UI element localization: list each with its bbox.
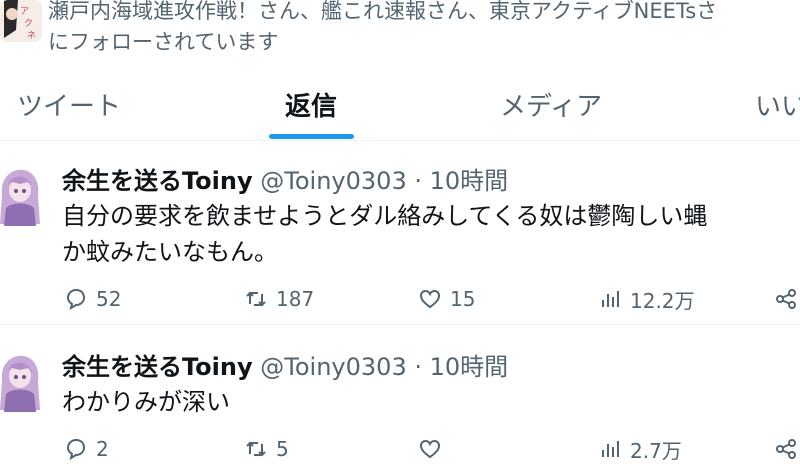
tab-likes[interactable]: いいね [755,86,800,123]
svg-text:ア: ア [20,6,29,16]
separator-dot: · [414,167,422,195]
reply-button[interactable]: 2 [64,434,109,464]
svg-text:ク: ク [24,18,33,28]
retweet-icon [246,441,266,457]
reply-icon [66,288,86,311]
retweet-icon [246,291,266,307]
tweet-actions: 2 5 2.7万 [62,434,800,464]
tweet-text: 自分の要求を飲ませようとダル絡みしてくる奴は鬱陶しい蝿 か蚊みたいなもん。 [62,198,707,270]
heart-icon [419,289,441,309]
view-count: 12.2万 [630,288,695,313]
active-tab-indicator [269,134,354,139]
profile-tabs: ツイート 返信 メディア いいね [0,72,800,141]
followed-by-banner[interactable]: ア ク ネ 瀬戸内海域進攻作戦！さん、艦これ速報さん、東京アクティブNEETsさ… [0,0,800,62]
followed-by-text: 瀬戸内海域進攻作戦！さん、艦これ速報さん、東京アクティブNEETsさ にフォロー… [48,0,800,58]
views-icon [602,441,619,457]
retweet-count: 5 [276,437,289,461]
retweet-count: 187 [276,287,315,311]
like-count: 15 [450,287,476,311]
views-button[interactable]: 2.7万 [598,434,682,464]
view-count: 2.7万 [630,438,682,463]
follower-avatars: ア ク ネ [0,0,42,42]
share-icon [776,439,796,459]
svg-text:ネ: ネ [27,30,36,40]
retweet-button[interactable]: 5 [244,434,289,464]
tweet-header: 余生を送るToiny @Toiny0303 · 10時間 [62,352,508,382]
reply-count: 52 [96,287,122,311]
tweet-text-line2: か蚊みたいなもん。 [62,238,278,266]
avatar[interactable] [0,164,40,226]
share-icon [776,289,796,309]
tab-replies[interactable]: 返信 [285,86,337,123]
like-button[interactable]: 15 [418,284,475,314]
timestamp[interactable]: 10時間 [430,353,509,381]
display-name[interactable]: 余生を送るToiny [62,167,253,195]
handle[interactable]: @Toiny0303 [260,353,406,381]
tweet-text-line1: わかりみが深い [62,388,230,416]
followed-by-text-line2: にフォローされています [48,30,279,54]
views-button[interactable]: 12.2万 [598,284,695,314]
tweet[interactable]: 余生を送るToiny @Toiny0303 · 10時間 わかりみが深い 2 5… [0,336,800,463]
tweet-divider [0,324,800,325]
avatar[interactable] [0,350,40,412]
reply-count: 2 [96,437,109,461]
share-button[interactable] [774,434,798,464]
followed-by-text-line1: 瀬戸内海域進攻作戦！さん、艦これ速報さん、東京アクティブNEETsさ [48,0,718,23]
handle[interactable]: @Toiny0303 [260,167,406,195]
tweet-text-line1: 自分の要求を飲ませようとダル絡みしてくる奴は鬱陶しい蝿 [62,202,708,230]
tab-media[interactable]: メディア [500,86,602,123]
share-button[interactable] [774,284,798,314]
display-name[interactable]: 余生を送るToiny [62,353,253,381]
separator-dot: · [414,353,422,381]
tweet-text: わかりみが深い [62,384,230,420]
tweet-header: 余生を送るToiny @Toiny0303 · 10時間 [62,166,508,196]
retweet-button[interactable]: 187 [244,284,314,314]
views-icon [602,291,619,307]
tweet-actions: 52 187 15 12.2万 [62,284,800,314]
timestamp[interactable]: 10時間 [430,167,509,195]
heart-icon [419,439,441,459]
like-button[interactable] [418,434,450,464]
tab-tweets[interactable]: ツイート [17,86,121,123]
reply-button[interactable]: 52 [64,284,121,314]
reply-icon [66,438,86,461]
tweet[interactable]: 余生を送るToiny @Toiny0303 · 10時間 自分の要求を飲ませよう… [0,150,800,324]
